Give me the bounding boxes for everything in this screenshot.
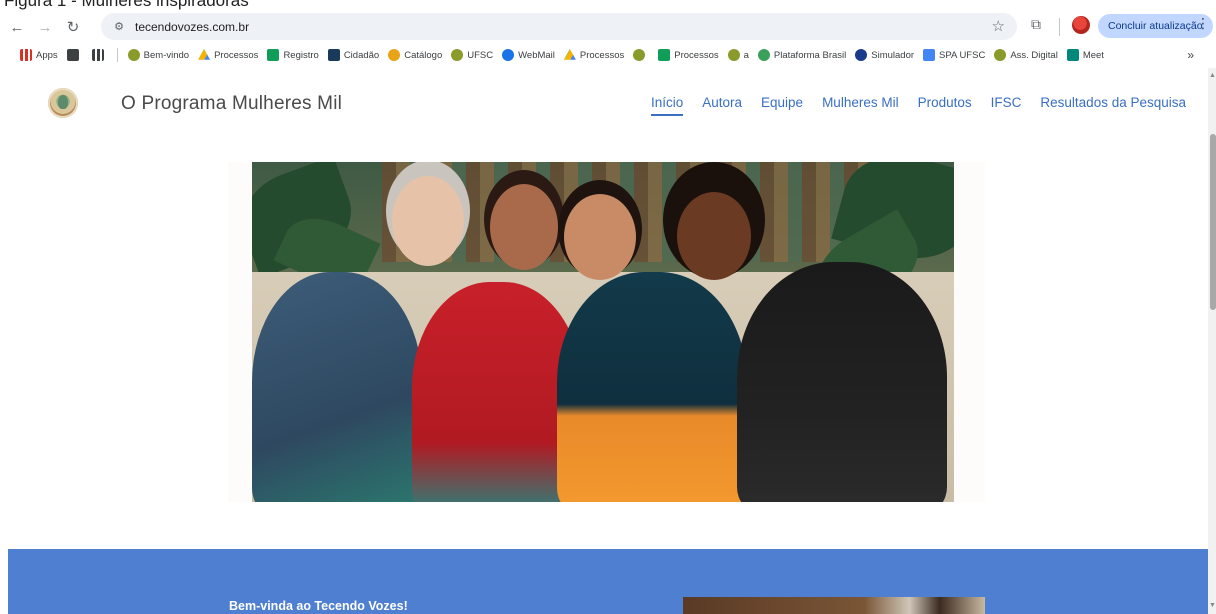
woman-figure [737,262,947,502]
bookmark-item[interactable]: Apps [20,49,58,61]
apps-grid-icon [20,49,32,61]
section-photo [683,597,985,614]
nav-link-produtos[interactable]: Produtos [918,95,972,110]
plus-doc-icon [658,49,671,61]
toolbar-separator [1059,18,1060,36]
bookmark-item[interactable]: Simulador [855,49,914,61]
bookmark-item[interactable] [66,49,83,61]
figure-caption: Figura 1 - Mulheres inspiradoras [4,0,249,10]
nav-link-autora[interactable]: Autora [702,95,742,110]
woman-figure [557,272,747,502]
bookmark-label: Cidadão [343,49,380,61]
bookmark-label: UFSC [467,49,494,61]
bookmark-item[interactable]: Processos [198,49,258,61]
bookmark-item[interactable]: WebMail [502,49,555,61]
bookmark-label: Processos [579,49,625,61]
university-icon [727,49,740,61]
leaf-icon [388,49,401,61]
bookmark-item[interactable]: a [727,49,749,61]
mail-icon [502,49,515,61]
bookmark-label: Plataforma Brasil [773,49,847,61]
extensions-icon[interactable]: ⧉ [1031,16,1041,33]
nav-link-equipe[interactable]: Equipe [761,95,803,110]
university-icon [633,49,646,61]
bookmark-label: SPA UFSC [939,49,986,61]
bookmark-item[interactable]: Plataforma Brasil [757,49,847,61]
site-title[interactable]: O Programa Mulheres Mil [121,93,342,115]
reload-icon[interactable]: ↻ [62,16,84,38]
bookmark-item[interactable]: Meet [1066,49,1104,61]
bookmark-label: Processos [674,49,719,61]
grid-icon [91,49,104,61]
woman-head [564,194,636,280]
welcome-section [8,549,1208,614]
bookmarks-separator [116,48,118,62]
bookmark-item[interactable]: Catálogo [388,49,442,61]
woman-head [490,184,558,270]
bookmark-item[interactable]: Processos [563,49,625,61]
bookmark-item[interactable]: Ass. Digital [994,49,1058,61]
hero-photo [252,162,954,502]
google-icon [923,49,936,61]
nav-link-resultados-da-pesquisa[interactable]: Resultados da Pesquisa [1040,95,1186,110]
bookmark-label: Ass. Digital [1010,49,1058,61]
forward-icon[interactable]: → [34,16,56,38]
scroll-down-icon[interactable]: ▼ [1209,602,1216,609]
bookmark-star-icon[interactable]: ☆ [992,17,1005,35]
site-info-icon[interactable]: ⚙ [111,19,127,35]
university-icon [451,49,464,61]
site-logo[interactable] [48,88,78,118]
bookmarks-bar: Apps Bem-vindo Processos Registro Cidadão Cat… [0,44,1216,66]
browser-menu-icon[interactable]: ⋮ [1196,15,1210,32]
nav-link-ifsc[interactable]: IFSC [991,95,1022,110]
bookmark-item[interactable]: Bem-vindo [127,49,190,61]
drive-icon [198,49,211,60]
woman-figure [252,272,422,502]
bookmark-label: WebMail [518,49,555,61]
address-bar[interactable]: ⚙ tecendovozes.com.br ☆ [101,13,1017,40]
university-icon [127,49,140,61]
plus-doc-icon [267,49,280,61]
bookmarks-overflow-button[interactable]: » [1187,48,1194,62]
profile-avatar[interactable] [1072,16,1090,34]
square-icon [66,49,79,61]
drive-icon [563,49,576,60]
woman-head [392,176,464,266]
shield-icon [855,49,868,61]
bookmark-label: Meet [1082,49,1104,61]
back-icon[interactable]: ← [6,16,28,38]
university-icon [994,49,1007,61]
bookmark-item[interactable]: UFSC [451,49,493,61]
bookmark-item[interactable] [91,49,108,61]
bookmark-item[interactable] [633,49,649,61]
bookmark-label: Registro [283,49,319,61]
bookmark-label: Apps [36,49,58,61]
bookmark-label: Processos [214,49,259,61]
woman-head [677,192,751,280]
nav-link-inicio[interactable]: Início [650,95,684,116]
site-nav: Início Autora Equipe Mulheres Mil Produtos IF… [632,95,1186,116]
welcome-heading: Bem-vinda ao Tecendo Vozes! [229,599,408,613]
bookmark-label: Simulador [871,49,915,61]
bookmark-item[interactable]: Registro [267,49,319,61]
nav-link-mulheres-mil[interactable]: Mulheres Mil [822,95,899,110]
bookmark-label: Catálogo [404,49,443,61]
scrollbar-thumb[interactable] [1210,134,1216,310]
bookmark-label: a [743,49,749,61]
meet-icon [1066,49,1079,61]
url-text[interactable]: tecendovozes.com.br [135,20,249,34]
leaf-icon [757,49,770,61]
bookmark-item[interactable]: Cidadão [327,49,380,61]
scroll-up-icon[interactable]: ▲ [1209,72,1216,79]
bookmark-item[interactable]: SPA UFSC [923,49,985,61]
bookmark-item[interactable]: Processos [658,49,719,61]
bookmark-label: Bem-vindo [143,49,190,61]
gov-icon [327,49,340,61]
